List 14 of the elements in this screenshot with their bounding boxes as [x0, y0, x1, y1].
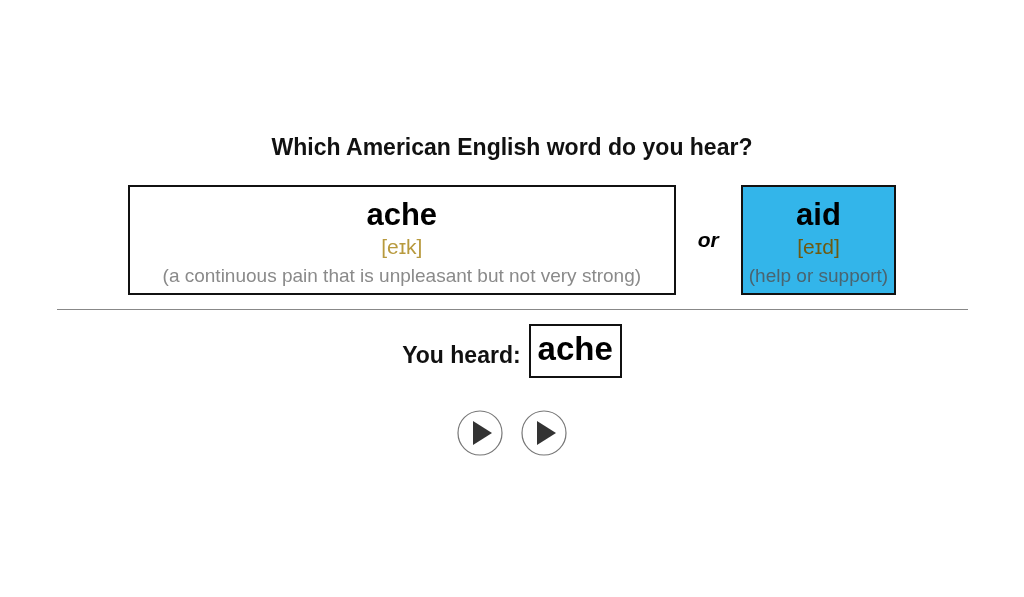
phonetic-text: [eɪd]	[797, 235, 840, 259]
play-button[interactable]	[521, 410, 567, 456]
answer-option[interactable]: ache [eɪk] (a continuous pain that is unpleasant but not very strong)	[127, 185, 676, 295]
play-button[interactable]	[457, 410, 503, 456]
answer-option[interactable]: aid [eɪd] (help or support)	[740, 185, 897, 295]
heard-word: ache	[528, 324, 622, 378]
result-label: You heard:	[402, 341, 521, 369]
question-text: Which American English word do you hear?	[271, 134, 753, 161]
separator-text: or	[696, 228, 721, 252]
meaning-text: (a continuous pain that is unpleasant but not very strong)	[162, 265, 642, 287]
phonetic-text: [eɪk]	[381, 235, 423, 259]
word-text: aid	[796, 197, 841, 233]
meaning-text: (help or support)	[748, 265, 889, 287]
word-text: ache	[366, 197, 438, 233]
